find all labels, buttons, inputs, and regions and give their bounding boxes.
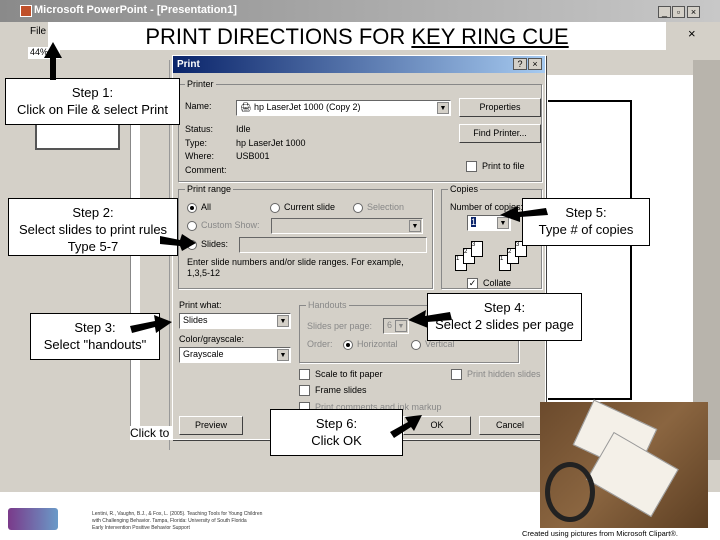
- step6-arrow-icon: [390, 415, 422, 438]
- step3-arrow-icon: [130, 315, 172, 333]
- key-ring-photo: [540, 399, 708, 528]
- coil-keychain: [545, 462, 595, 522]
- step5-arrow-icon: [500, 206, 548, 222]
- clipart-credit: Created using pictures from Microsoft Cl…: [522, 529, 678, 538]
- citation-line: with Challenging Behavior. Tampa, Florid…: [92, 518, 247, 524]
- citation-line: Lentini, R., Vaughn, B.J., & Fox, L. (20…: [92, 511, 263, 517]
- citation: Lentini, R., Vaughn, B.J., & Fox, L. (20…: [92, 511, 312, 532]
- step2-arrow-icon: [160, 234, 196, 251]
- step4-arrow-icon: [408, 310, 452, 328]
- step1-arrow-icon: [44, 42, 62, 80]
- citation-line: Early Intervention Positive Behavior Sup…: [92, 525, 190, 531]
- logo: [8, 508, 58, 530]
